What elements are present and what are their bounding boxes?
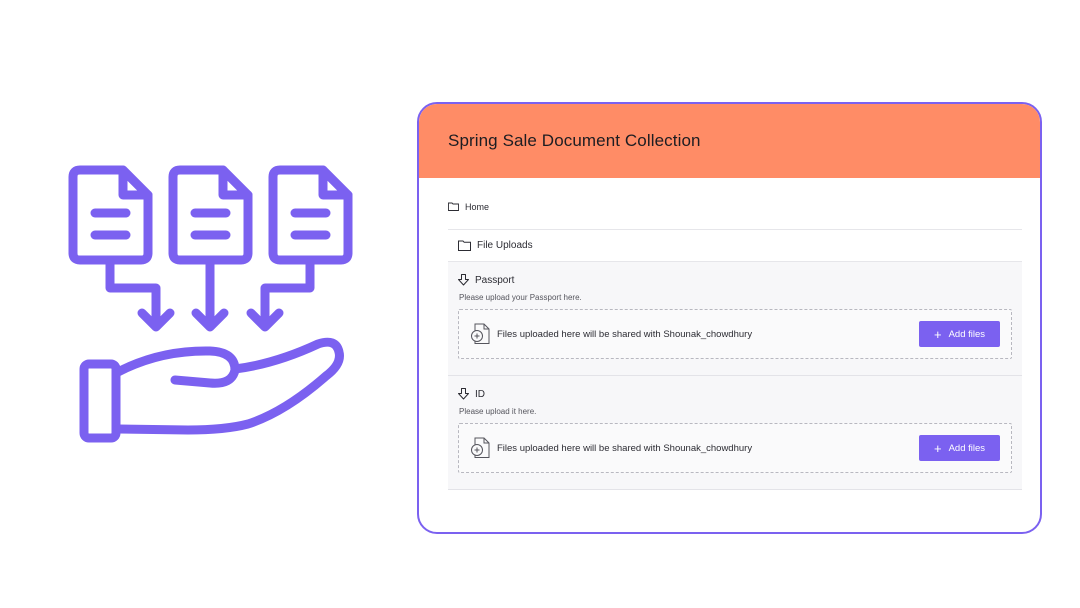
folder-icon <box>458 240 471 251</box>
section-title: Passport <box>475 274 515 286</box>
arrow-down-icon <box>458 388 469 400</box>
documents-to-hand-icon <box>60 150 360 460</box>
page-title: Spring Sale Document Collection <box>448 131 701 150</box>
dropzone-text: Files uploaded here will be shared with … <box>497 328 753 340</box>
arrow-down-icon <box>191 257 229 332</box>
section-header: ID <box>458 386 1012 402</box>
document-icon <box>268 165 353 265</box>
section-title: ID <box>475 388 485 400</box>
upload-section-id: ID Please upload it here. Files uploaded… <box>448 376 1022 490</box>
folder-file-uploads[interactable]: File Uploads <box>448 230 1022 262</box>
breadcrumb: Home <box>448 178 1022 230</box>
dropzone-text: Files uploaded here will be shared with … <box>497 442 753 454</box>
add-files-button[interactable]: + Add files <box>919 435 1000 461</box>
card-header: Spring Sale Document Collection <box>419 104 1040 178</box>
upload-section-passport: Passport Please upload your Passport her… <box>448 262 1022 376</box>
open-hand-icon <box>79 337 344 443</box>
card-body: Home File Uploads Passport Please upload… <box>419 178 1040 490</box>
plus-icon: + <box>933 440 942 456</box>
document-collection-card: Spring Sale Document Collection Home Fil… <box>417 102 1042 534</box>
document-icon <box>68 165 153 265</box>
arrow-down-icon <box>105 257 175 332</box>
plus-icon: + <box>933 326 942 342</box>
breadcrumb-home-link[interactable]: Home <box>465 202 489 212</box>
arrow-down-icon <box>458 274 469 286</box>
folder-label: File Uploads <box>477 240 533 251</box>
folder-icon <box>448 202 459 211</box>
add-files-label: Add files <box>948 328 986 340</box>
file-dropzone[interactable]: Files uploaded here will be shared with … <box>458 423 1012 473</box>
file-add-icon <box>470 323 491 345</box>
add-files-button[interactable]: + Add files <box>919 321 1000 347</box>
section-header: Passport <box>458 272 1012 288</box>
section-description: Please upload your Passport here. <box>459 293 582 302</box>
document-icon <box>168 165 253 265</box>
file-dropzone[interactable]: Files uploaded here will be shared with … <box>458 309 1012 359</box>
section-description: Please upload it here. <box>459 407 537 416</box>
file-add-icon <box>470 437 491 459</box>
add-files-label: Add files <box>948 442 986 454</box>
arrow-down-icon <box>246 257 315 332</box>
